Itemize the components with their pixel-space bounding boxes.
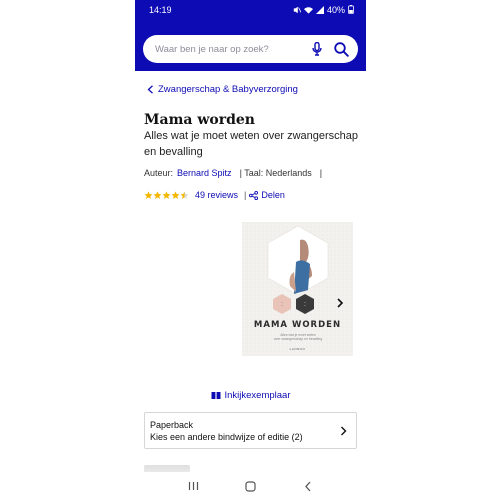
- star-icon: [171, 191, 180, 199]
- chevron-right-icon: [341, 426, 347, 435]
- cover-subtitle: Alles wat je moet weten over zwangerscha…: [258, 333, 338, 342]
- book-open-icon: [211, 392, 220, 399]
- home-button[interactable]: [243, 478, 259, 494]
- search-input[interactable]: Waar ben je naar op zoek?: [155, 44, 308, 55]
- breadcrumb-label[interactable]: Zwangerschap & Babyverzorging: [158, 84, 298, 95]
- star-icon: [180, 191, 189, 199]
- format-edition-label: Kies een andere bindwijze of editie (2): [150, 431, 303, 442]
- phone-screen: 14:19 40% Waar ben je naar op zoek? Zwan…: [135, 0, 366, 500]
- cover-publisher: LANNOO: [289, 347, 306, 351]
- author-link[interactable]: Bernard Spitz: [177, 168, 232, 178]
- format-selector[interactable]: Paperback Kies een andere bindwijze of e…: [144, 412, 357, 449]
- status-icons: 40%: [293, 5, 354, 15]
- star-rating: [144, 191, 189, 200]
- author-label: Auteur:: [144, 168, 174, 178]
- product-subtitle: Alles wat je moet weten over zwangerscha…: [144, 130, 358, 158]
- meta-separator: |: [319, 168, 323, 178]
- cover-subtitle-line2: over zwangerschap en bevalling: [273, 337, 323, 342]
- status-time: 14:19: [149, 4, 172, 15]
- microphone-icon[interactable]: [308, 40, 326, 58]
- share-icon: [249, 190, 259, 200]
- star-icon: [162, 191, 171, 199]
- reviews-link[interactable]: 49 reviews: [195, 190, 238, 200]
- star-icon: [144, 191, 153, 199]
- preview-button[interactable]: Inkijkexemplaar: [135, 390, 366, 401]
- share-separator: |: [244, 190, 247, 200]
- star-icon: [153, 191, 162, 199]
- breadcrumb[interactable]: Zwangerschap & Babyverzorging: [147, 84, 298, 95]
- book-cover[interactable]: — — — — MAMA WORDEN Alles wat je moet we…: [242, 222, 353, 356]
- status-bar: 14:19 40%: [135, 0, 366, 19]
- wifi-icon: [303, 6, 313, 14]
- share-label[interactable]: Delen: [261, 190, 285, 200]
- android-nav-bar: [135, 472, 366, 500]
- chevron-left-icon: [147, 85, 153, 94]
- product-meta: Auteur: Bernard Spitz | Taal: Nederlands…: [144, 168, 322, 178]
- battery-icon: [348, 5, 354, 14]
- format-text: Paperback Kies een andere bindwijze of e…: [150, 419, 340, 443]
- price-peek: [144, 462, 204, 472]
- search-bar[interactable]: Waar ben je naar op zoek?: [143, 35, 358, 63]
- back-button[interactable]: [300, 478, 316, 494]
- search-icon[interactable]: [332, 40, 350, 58]
- cover-title: MAMA WORDEN: [253, 320, 342, 330]
- chevron-right-icon[interactable]: [333, 296, 347, 310]
- signal-icon: [315, 5, 324, 14]
- mute-icon: [293, 6, 301, 13]
- preview-label[interactable]: Inkijkexemplaar: [225, 390, 291, 401]
- share-button[interactable]: Delen: [249, 190, 285, 200]
- recent-apps-button[interactable]: [186, 478, 202, 494]
- rating-row: 49 reviews | Delen: [144, 190, 285, 200]
- language-info: | Taal: Nederlands: [239, 168, 312, 178]
- page-title: Mama worden: [144, 112, 255, 128]
- battery-percent: 40%: [326, 4, 345, 15]
- app-header: Waar ben je naar op zoek?: [135, 19, 366, 71]
- format-type: Paperback: [150, 419, 194, 430]
